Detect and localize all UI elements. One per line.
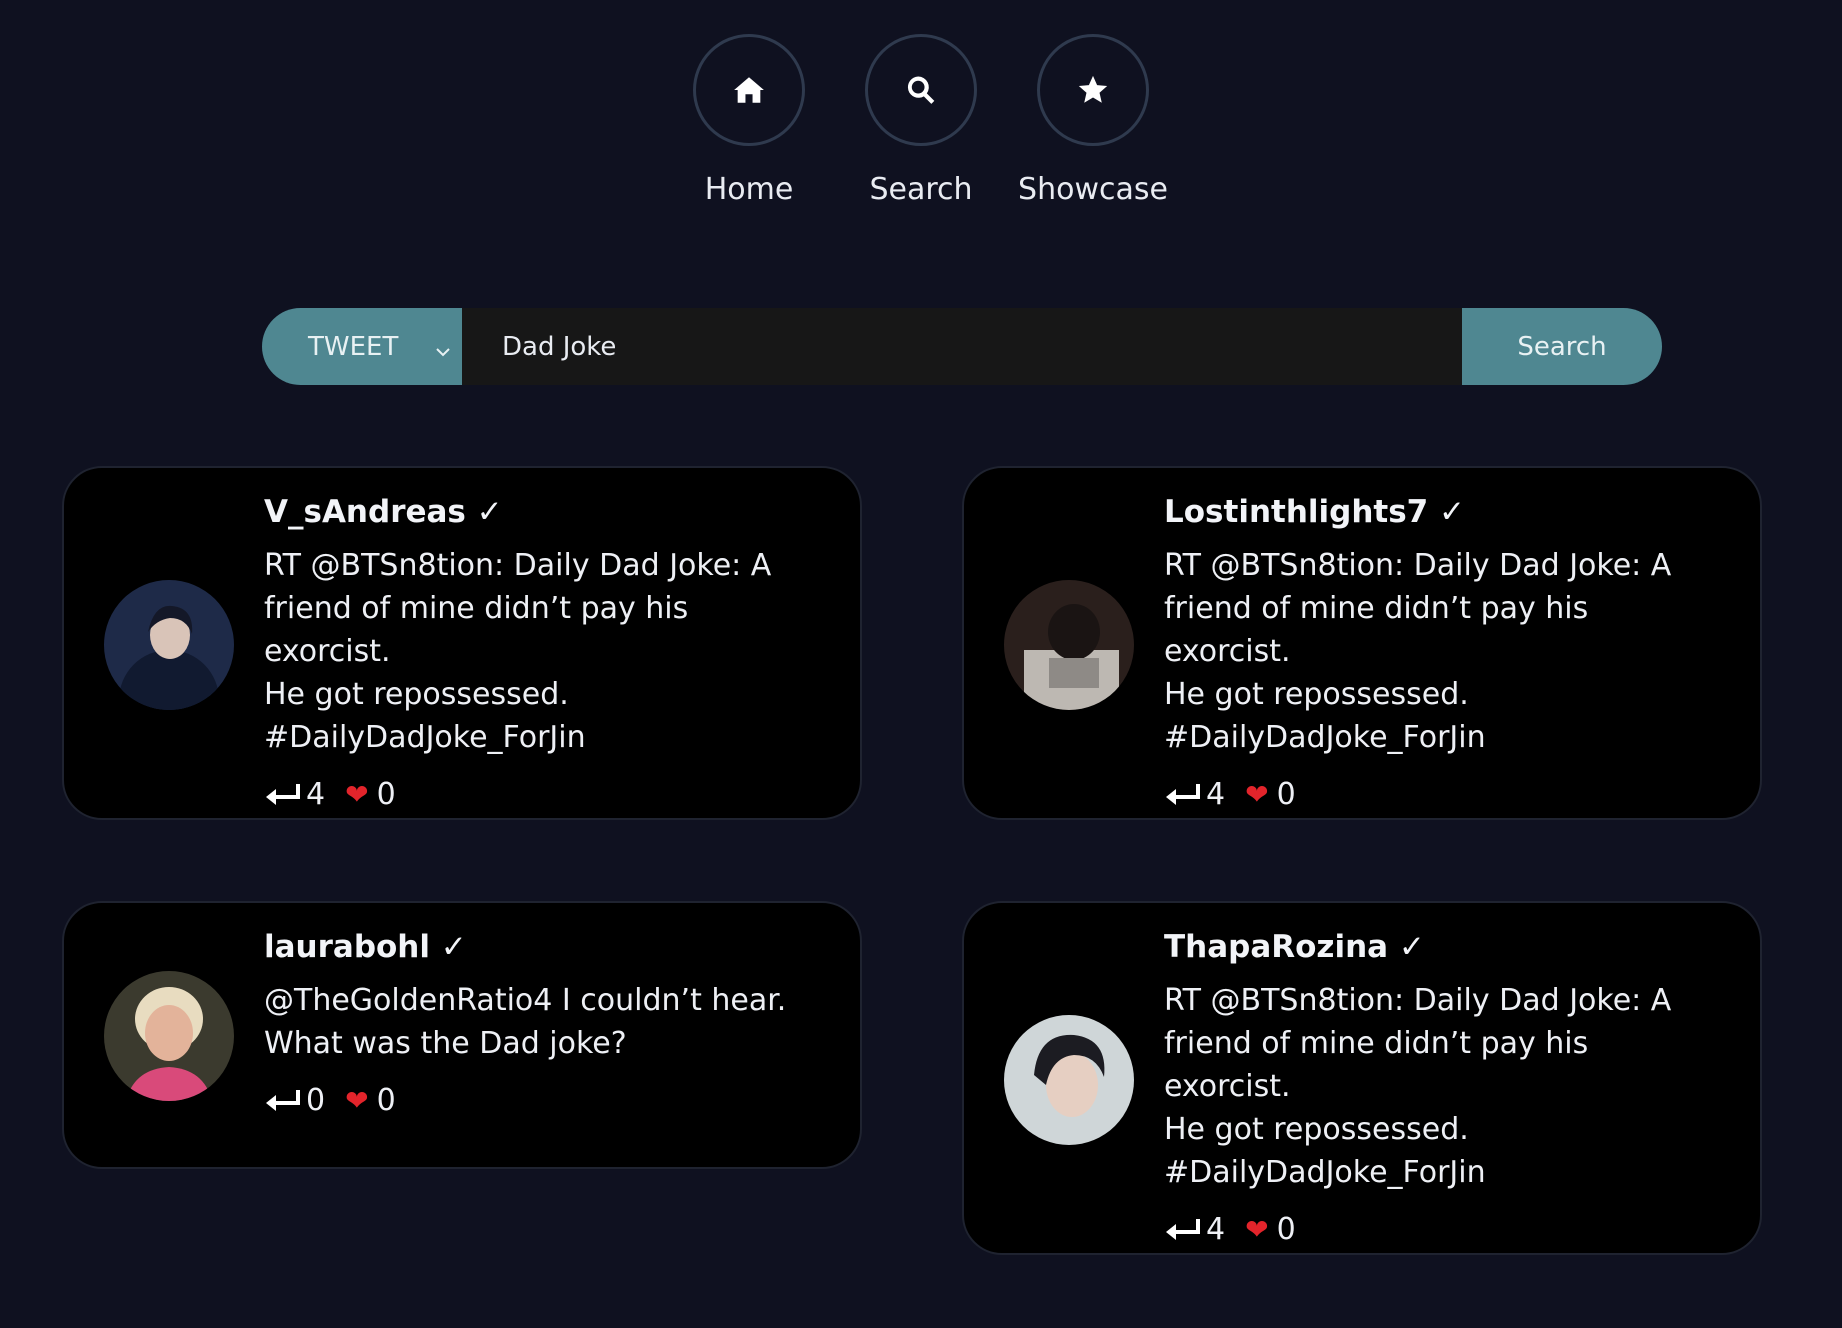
- tweet-body: laurabohl ✓ @TheGoldenRatio4 I couldn’t …: [264, 925, 820, 1118]
- tweet-stats: 4 ❤ 0: [1164, 1212, 1720, 1247]
- like-count: 0: [1276, 1212, 1296, 1247]
- retweet-count: 4: [306, 777, 326, 812]
- tweet-card[interactable]: V_sAndreas ✓ RT @BTSn8tion: Daily Dad Jo…: [62, 466, 862, 820]
- retweet-count: 0: [306, 1083, 326, 1118]
- tweet-username[interactable]: V_sAndreas ✓: [264, 490, 820, 534]
- retweet-count: 4: [1206, 1212, 1226, 1247]
- retweet-stat: 4: [1164, 1212, 1225, 1247]
- tweet-username[interactable]: Lostinthlights7 ✓: [1164, 490, 1720, 534]
- nav-search-circle[interactable]: [865, 34, 977, 146]
- tweet-body: V_sAndreas ✓ RT @BTSn8tion: Daily Dad Jo…: [264, 490, 820, 812]
- search-button[interactable]: Search: [1462, 308, 1662, 385]
- reply-arrow-icon: [266, 1089, 300, 1111]
- search-type-select[interactable]: TWEET: [262, 308, 462, 385]
- top-nav: Home Search Showcase: [0, 34, 1842, 207]
- nav-search-label: Search: [869, 172, 973, 207]
- search-input[interactable]: [462, 308, 1462, 385]
- tweet-stats: 4 ❤ 0: [1164, 777, 1720, 812]
- like-count: 0: [1276, 777, 1296, 812]
- search-type-value: TWEET: [308, 331, 399, 362]
- nav-showcase-circle[interactable]: [1037, 34, 1149, 146]
- tweet-text: RT @BTSn8tion: Daily Dad Joke: A friend …: [264, 548, 772, 755]
- tweet-body: ThapaRozina ✓ RT @BTSn8tion: Daily Dad J…: [1164, 925, 1720, 1247]
- like-stat: ❤ 0: [345, 777, 396, 812]
- tweet-card[interactable]: ThapaRozina ✓ RT @BTSn8tion: Daily Dad J…: [962, 901, 1762, 1255]
- tweet-text: @TheGoldenRatio4 I couldn’t hear. What w…: [264, 983, 787, 1061]
- like-count: 0: [376, 777, 396, 812]
- tweet-stats: 4 ❤ 0: [264, 777, 820, 812]
- retweet-count: 4: [1206, 777, 1226, 812]
- tweet-stats: 0 ❤ 0: [264, 1083, 820, 1118]
- search-bar: TWEET Search: [262, 308, 1662, 385]
- search-icon: [907, 76, 935, 104]
- nav-home[interactable]: Home: [693, 34, 805, 207]
- tweet-text: RT @BTSn8tion: Daily Dad Joke: A friend …: [1164, 548, 1672, 755]
- tweet-card[interactable]: laurabohl ✓ @TheGoldenRatio4 I couldn’t …: [62, 901, 862, 1169]
- retweet-stat: 4: [1164, 777, 1225, 812]
- like-count: 0: [376, 1083, 396, 1118]
- home-icon: [734, 77, 764, 103]
- heart-icon: ❤: [1245, 778, 1269, 811]
- tweet-card[interactable]: Lostinthlights7 ✓ RT @BTSn8tion: Daily D…: [962, 466, 1762, 820]
- star-icon: [1078, 75, 1108, 103]
- heart-icon: ❤: [345, 778, 369, 811]
- tweet-username[interactable]: laurabohl ✓: [264, 925, 820, 969]
- avatar: [104, 580, 234, 710]
- tweet-text: RT @BTSn8tion: Daily Dad Joke: A friend …: [1164, 983, 1672, 1190]
- nav-showcase-label: Showcase: [1018, 172, 1168, 207]
- retweet-stat: 0: [264, 1083, 325, 1118]
- reply-arrow-icon: [266, 783, 300, 805]
- avatar: [1004, 580, 1134, 710]
- like-stat: ❤ 0: [345, 1083, 396, 1118]
- avatar: [104, 971, 234, 1101]
- avatar: [1004, 1015, 1134, 1145]
- nav-home-label: Home: [704, 172, 794, 207]
- tweet-username[interactable]: ThapaRozina ✓: [1164, 925, 1720, 969]
- chevron-down-icon: [434, 338, 452, 357]
- nav-home-circle[interactable]: [693, 34, 805, 146]
- heart-icon: ❤: [1245, 1213, 1269, 1246]
- like-stat: ❤ 0: [1245, 1212, 1296, 1247]
- retweet-stat: 4: [264, 777, 325, 812]
- nav-search[interactable]: Search: [865, 34, 977, 207]
- heart-icon: ❤: [345, 1084, 369, 1117]
- reply-arrow-icon: [1166, 783, 1200, 805]
- nav-showcase[interactable]: Showcase: [1018, 34, 1168, 207]
- reply-arrow-icon: [1166, 1218, 1200, 1240]
- tweet-body: Lostinthlights7 ✓ RT @BTSn8tion: Daily D…: [1164, 490, 1720, 812]
- like-stat: ❤ 0: [1245, 777, 1296, 812]
